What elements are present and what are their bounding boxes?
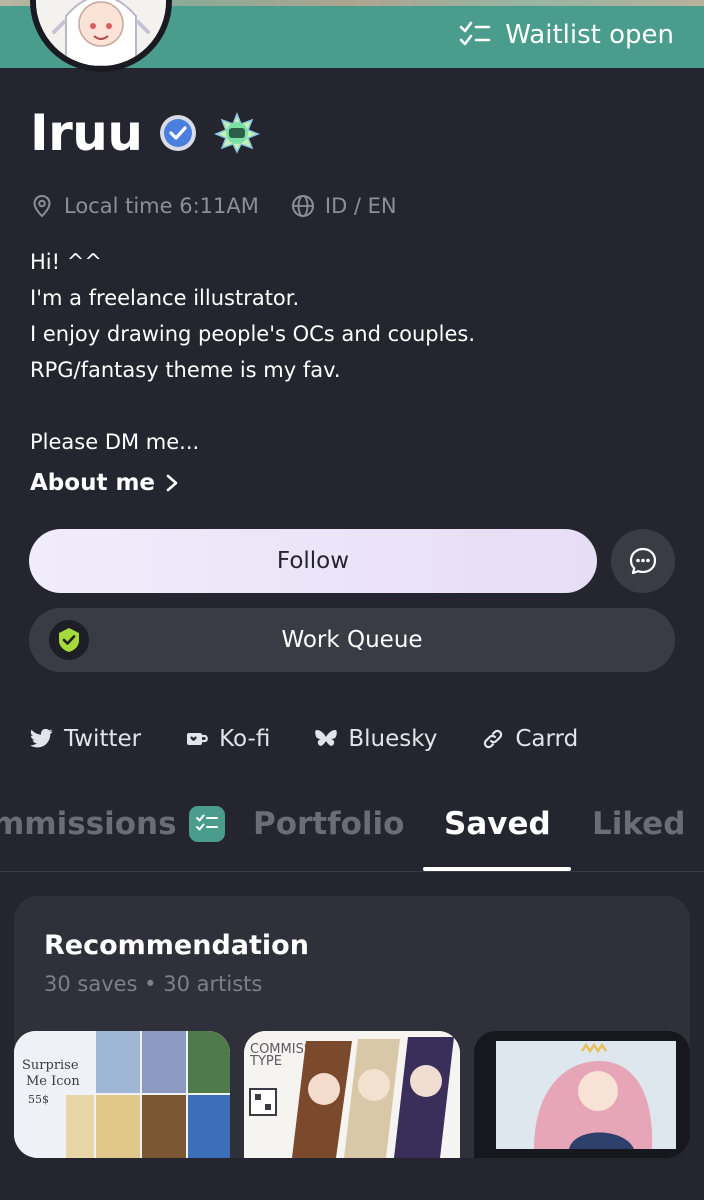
collection-card[interactable]: Recommendation 30 saves • 30 artists Sur… [14, 896, 690, 1158]
message-button[interactable] [611, 529, 675, 593]
profile-bio: Hi! ^^ I'm a freelance illustrator. I en… [30, 244, 475, 460]
social-link-carrd[interactable]: Carrd [481, 726, 578, 752]
profile-tabs: mmissions Portfolio Saved Liked [0, 806, 704, 872]
artwork-preview-image [474, 1031, 690, 1158]
languages: ID / EN [291, 194, 397, 218]
local-time: Local time 6:11AM [30, 194, 259, 218]
waitlist-status[interactable]: Waitlist open [459, 20, 674, 50]
queue-status-icon [49, 620, 89, 660]
tab-saved[interactable]: Saved [444, 806, 551, 842]
follow-button-label: Follow [276, 548, 350, 574]
local-time-label: Local time 6:11AM [64, 194, 259, 218]
bio-line: RPG/fantasy theme is my fav. [30, 358, 341, 382]
thumbnail-text: 55$ [28, 1093, 49, 1106]
twitter-bird-icon [30, 728, 53, 748]
tab-label: Liked [592, 806, 686, 842]
collection-subtitle: 30 saves • 30 artists [44, 972, 263, 996]
social-link-label: Ko-fi [219, 726, 271, 752]
thumbnail-text: Surprise [22, 1058, 79, 1073]
location-pin-icon [33, 194, 51, 218]
checklist-icon [459, 21, 491, 46]
commissions-badge [188, 806, 225, 842]
bio-line: Please DM me... [30, 430, 200, 454]
profile-meta: Local time 6:11AM ID / EN [30, 194, 397, 218]
tab-portfolio[interactable]: Portfolio [253, 806, 404, 842]
kofi-cup-icon [187, 733, 208, 745]
checklist-icon [195, 814, 218, 831]
languages-label: ID / EN [324, 194, 397, 218]
10k-badge-icon [214, 112, 261, 154]
social-link-label: Twitter [64, 726, 142, 752]
profile-name: Iruu [30, 104, 143, 162]
social-link-label: Carrd [515, 726, 579, 752]
bio-line [30, 388, 475, 424]
artwork-preview-image: COMMISSION TYPE [244, 1031, 460, 1158]
social-links: Twitter Ko-fi Bluesky Carrd [30, 726, 578, 752]
social-link-label: Bluesky [348, 726, 438, 752]
collection-title: Recommendation [44, 930, 309, 961]
tab-label: mmissions [0, 806, 177, 842]
tab-label: Saved [444, 806, 551, 842]
bio-line: Hi! ^^ [30, 250, 102, 274]
bio-line: I'm a freelance illustrator. [30, 286, 300, 310]
chat-bubble-icon [629, 547, 657, 575]
about-me-label: About me [30, 470, 156, 496]
waitlist-label: Waitlist open [505, 20, 674, 50]
work-queue-button[interactable]: Work Queue [29, 608, 675, 672]
active-tab-indicator [423, 867, 571, 871]
profile-header: Iruu [30, 104, 261, 162]
collection-thumbnail [474, 1031, 690, 1158]
collection-thumbnail: Surprise Me Icon 55$ [14, 1031, 230, 1158]
follow-button[interactable]: Follow [29, 529, 597, 593]
shield-check-icon [59, 628, 79, 652]
globe-icon [291, 195, 314, 217]
thumbnail-text: TYPE [249, 1054, 282, 1069]
bio-line: I enjoy drawing people's OCs and couples… [30, 322, 476, 346]
tab-label: Portfolio [253, 806, 405, 842]
social-link-twitter[interactable]: Twitter [30, 726, 141, 752]
link-icon [484, 729, 503, 749]
collection-thumbnail: COMMISSION TYPE [244, 1031, 460, 1158]
butterfly-icon [315, 730, 338, 746]
verified-badge-icon [160, 115, 197, 151]
tab-commissions[interactable]: mmissions [0, 806, 225, 842]
artwork-preview-image: Surprise Me Icon 55$ [14, 1031, 230, 1158]
thumbnail-text: Me Icon [26, 1074, 80, 1089]
about-me-link[interactable]: About me [30, 470, 179, 496]
social-link-kofi[interactable]: Ko-fi [185, 726, 270, 752]
social-link-bluesky[interactable]: Bluesky [314, 726, 437, 752]
tab-liked[interactable]: Liked [592, 806, 685, 842]
work-queue-label: Work Queue [281, 627, 423, 653]
chevron-right-icon [166, 474, 178, 492]
